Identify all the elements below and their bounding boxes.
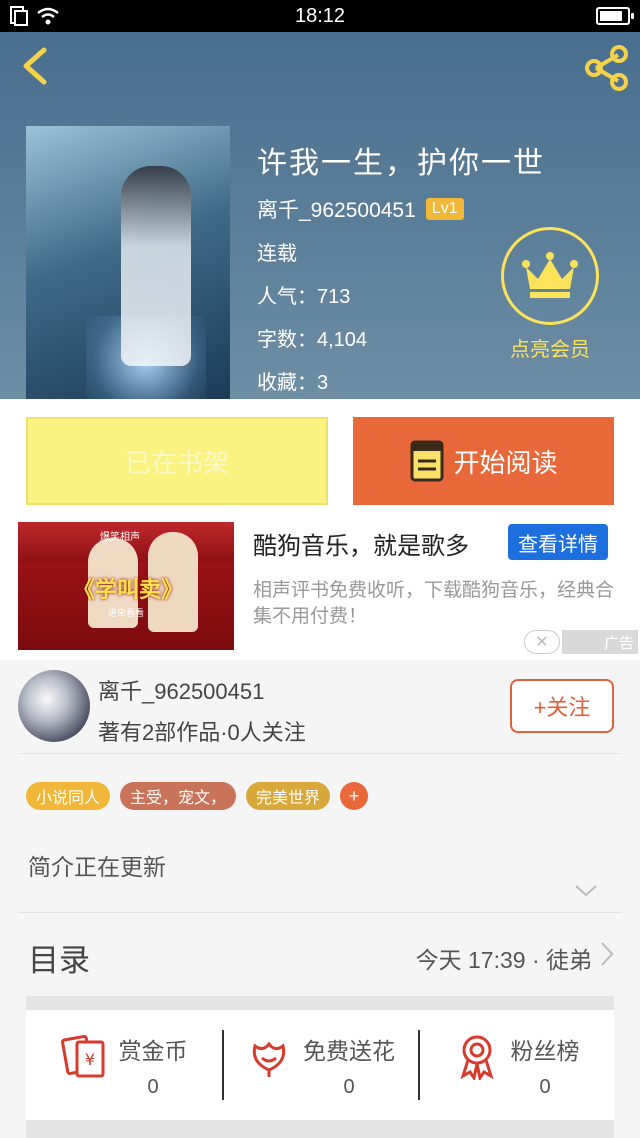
stat-label: 赏金币	[118, 1037, 188, 1064]
add-tag-button[interactable]: +	[340, 782, 369, 810]
send-flower-button[interactable]: 免费送花 0	[222, 1010, 418, 1120]
start-reading-button[interactable]: 开始阅读	[353, 417, 614, 505]
flower-icon	[252, 1041, 286, 1077]
author-name[interactable]: 离千_962500451	[98, 674, 264, 706]
red-envelope-icon: ¥	[60, 1034, 104, 1077]
book-author[interactable]: 离千_962500451	[257, 194, 416, 224]
stat-label: 粉丝榜	[510, 1037, 580, 1064]
battery-icon	[596, 7, 634, 25]
ad-badge: 广告	[562, 630, 638, 654]
status-icons	[10, 6, 60, 26]
chevron-left-icon	[23, 47, 47, 85]
ad-description: 相声评书免费收听，下载酷狗音乐，经典合集不用付费！	[253, 580, 615, 627]
vip-label: 点亮会员	[510, 339, 590, 361]
support-stats: ¥ 赏金币 0 免费送花 0 粉丝榜 0	[26, 1010, 614, 1120]
sim-icon	[10, 6, 28, 26]
vip-button[interactable]: 点亮会员	[500, 227, 600, 362]
book-intro: 简介正在更新	[28, 854, 166, 880]
avatar[interactable]	[18, 670, 90, 742]
crown-icon	[501, 227, 599, 325]
chevron-right-icon	[600, 941, 614, 972]
table-of-contents-row[interactable]: 目录 今天 17:39 · 徒弟	[0, 913, 640, 995]
tag-item[interactable]: 小说同人	[26, 782, 111, 810]
author-card: 离千_962500451 著有2部作品·0人关注 +关注	[0, 660, 640, 754]
ribbon-medal-icon	[459, 1035, 494, 1080]
follow-button[interactable]: +关注	[510, 679, 614, 733]
book-word-count: 字数：4,104	[257, 329, 368, 351]
wifi-icon	[37, 7, 59, 25]
ad-image[interactable]: 爆笑相声 《学叫卖》 进来看看	[18, 522, 234, 650]
tag-list: 小说同人 主受，宠文， 完美世界 +	[26, 782, 369, 810]
close-icon: ✕	[535, 634, 549, 651]
book-popularity: 人气：713	[257, 286, 351, 308]
status-bar: 18:12	[0, 0, 640, 32]
book-status: 连载	[257, 243, 297, 265]
svg-text:¥: ¥	[84, 1050, 94, 1069]
level-badge: Lv1	[425, 198, 464, 220]
clock: 18:12	[294, 4, 346, 27]
tag-item[interactable]: 主受，宠文，	[120, 782, 237, 810]
action-bar: 已在书架 开始阅读	[0, 399, 640, 520]
book-favorites: 收藏：3	[257, 372, 329, 394]
author-stats: 著有2部作品·0人关注	[98, 720, 306, 745]
stat-value: 0	[539, 1075, 551, 1098]
start-reading-label: 开始阅读	[453, 447, 558, 478]
share-icon	[585, 45, 628, 91]
stat-label: 免费送花	[303, 1037, 395, 1064]
back-button[interactable]	[14, 44, 58, 88]
ad-detail-button[interactable]: 查看详情	[508, 524, 608, 560]
reward-coin-button[interactable]: ¥ 赏金币 0	[26, 1010, 222, 1120]
section-separator	[26, 996, 614, 1010]
book-cover	[26, 126, 230, 399]
ad-banner[interactable]: 爆笑相声 《学叫卖》 进来看看 酷狗音乐，就是歌多 查看详情 相声评书免费收听，…	[0, 520, 640, 660]
fan-ranking-button[interactable]: 粉丝榜 0	[418, 1010, 614, 1120]
share-button[interactable]	[582, 44, 630, 92]
section-separator	[26, 1120, 614, 1138]
ad-title[interactable]: 酷狗音乐，就是歌多	[253, 526, 469, 561]
ad-close-button[interactable]: ✕	[524, 630, 560, 654]
latest-chapter: 今天 17:39 · 徒弟	[415, 947, 592, 973]
book-header: 许我一生，护你一世 离千_962500451 Lv1 连载 人气：713 字数：…	[0, 32, 640, 399]
tag-item[interactable]: 完美世界	[246, 782, 331, 810]
stat-value: 0	[343, 1075, 355, 1098]
book-icon	[410, 440, 444, 482]
chevron-down-icon	[575, 885, 597, 897]
book-author-row: 离千_962500451 Lv1	[257, 194, 464, 224]
ad-image-title: 《学叫卖》	[72, 577, 183, 602]
toc-label: 目录	[28, 943, 90, 978]
divider	[18, 753, 622, 754]
book-title: 许我一生，护你一世	[257, 147, 545, 180]
expand-intro-button[interactable]	[574, 884, 598, 903]
ad-image-top-text: 爆笑相声	[100, 532, 140, 543]
in-shelf-button[interactable]: 已在书架	[26, 417, 328, 505]
ad-image-bottom-text: 进来看看	[108, 608, 145, 618]
stat-value: 0	[147, 1075, 159, 1098]
